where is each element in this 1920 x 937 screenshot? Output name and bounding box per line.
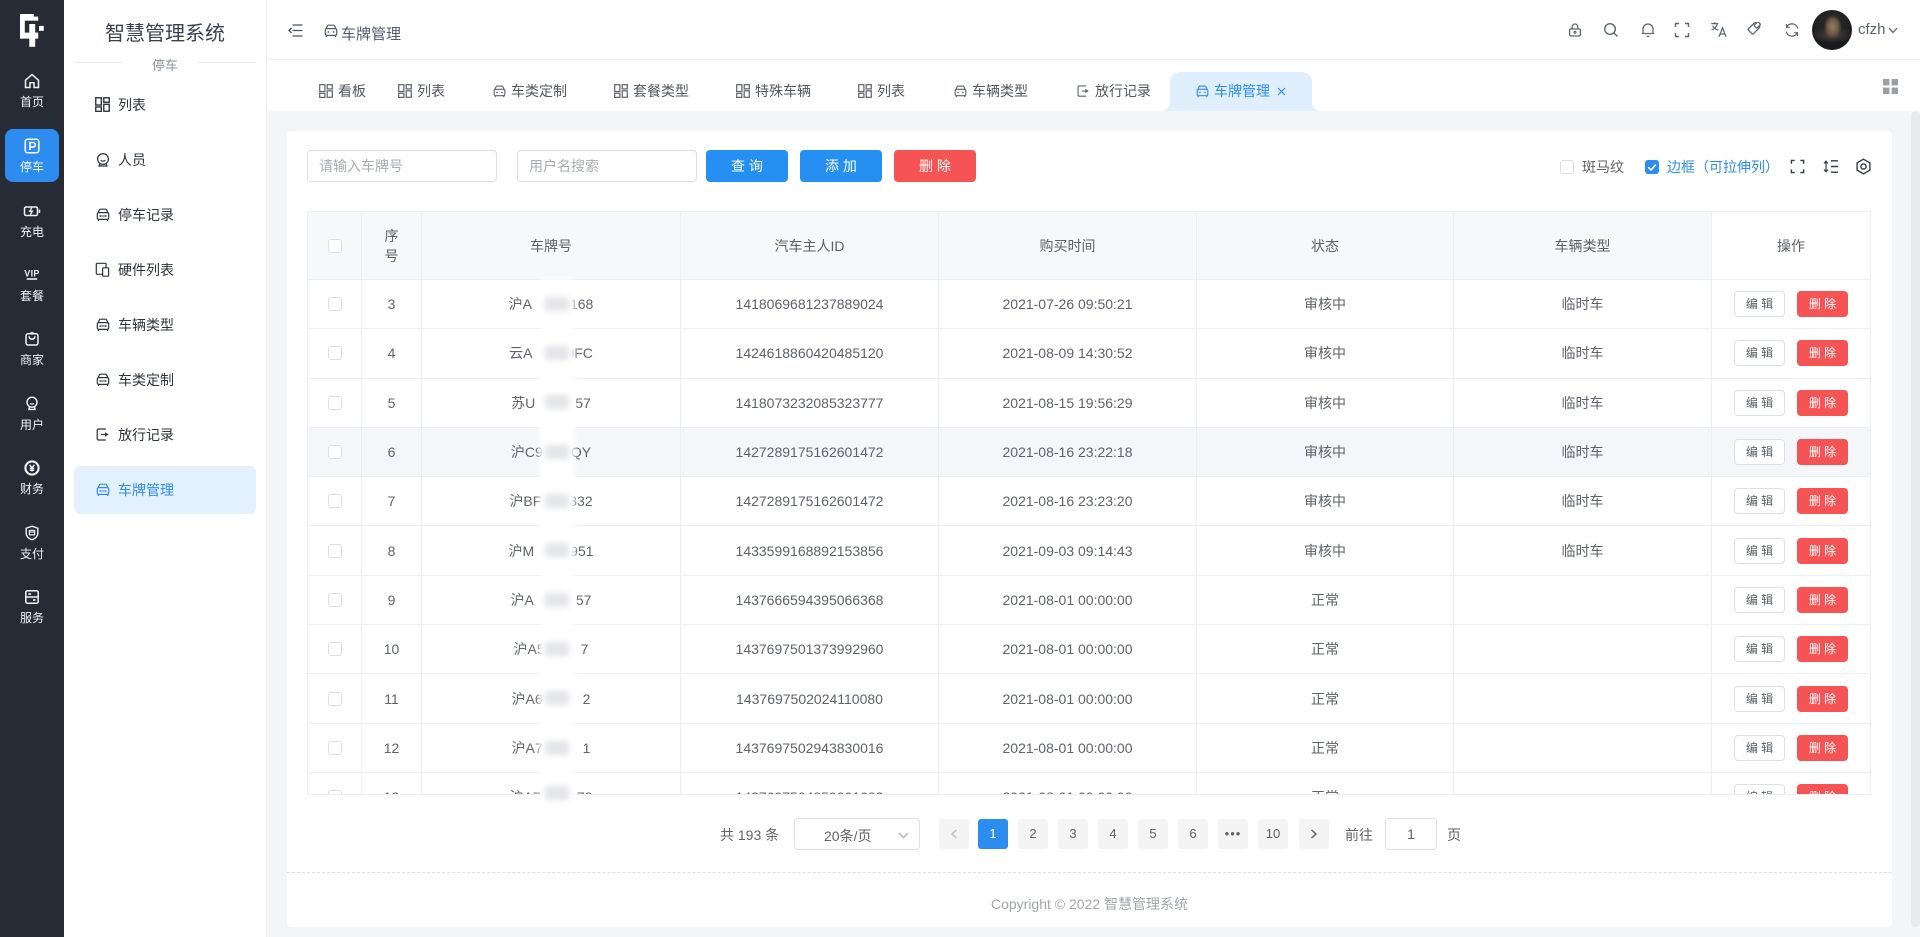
- svg-text:VIP: VIP: [24, 269, 39, 279]
